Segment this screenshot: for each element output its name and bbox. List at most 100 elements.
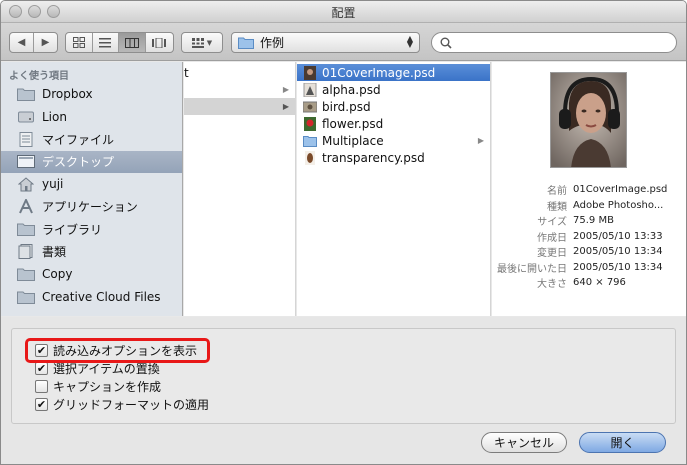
file-row-01coverimage[interactable]: 01CoverImage.psd xyxy=(297,64,490,81)
view-mode-control xyxy=(65,32,174,53)
forward-button[interactable]: ▶ xyxy=(34,33,57,52)
icon-view-button[interactable] xyxy=(66,33,93,52)
column-view-button[interactable] xyxy=(119,33,146,52)
file-row-bird[interactable]: bird.psd xyxy=(297,98,490,115)
cancel-button[interactable]: キャンセル xyxy=(481,432,567,453)
open-dialog-window: 配置 ◀ ▶ ▼ 作例 ▲ ▼ よく使う項目 Dropbox Lion マイファ… xyxy=(0,0,687,465)
disclosure-arrow-icon: ▶ xyxy=(282,102,289,111)
search-icon xyxy=(440,37,452,49)
info-value: 2005/05/10 13:34 xyxy=(573,261,663,273)
title-bar: 配置 xyxy=(1,1,686,23)
option-apply-grid-format[interactable]: ✔ グリッドフォーマットの適用 xyxy=(35,396,209,412)
search-field[interactable] xyxy=(431,32,677,53)
checkbox-checked[interactable]: ✔ xyxy=(35,397,48,411)
sidebar: よく使う項目 Dropbox Lion マイファイル デスクトップ yuji ア… xyxy=(1,62,183,316)
sidebar-section-header: よく使う項目 xyxy=(9,71,69,82)
arrange-grid-icon xyxy=(191,37,204,48)
sidebar-item-home[interactable]: yuji xyxy=(1,173,182,195)
info-row-last-opened: 最後に開いた日 2005/05/10 13:34 xyxy=(492,260,686,276)
coverflow-view-button[interactable] xyxy=(146,33,173,52)
psd-thumb-icon xyxy=(303,82,317,97)
disclosure-arrow-icon: ▶ xyxy=(282,85,289,94)
option-label: グリッドフォーマットの適用 xyxy=(53,397,210,412)
search-input[interactable] xyxy=(456,36,656,49)
sidebar-item-label: マイファイル xyxy=(42,132,115,147)
applications-icon xyxy=(17,199,35,215)
info-key: サイズ xyxy=(537,217,567,229)
info-value: 2005/05/10 13:33 xyxy=(573,230,663,242)
info-row-name: 名前 01CoverImage.psd xyxy=(492,182,686,198)
info-key: 最後に開いた日 xyxy=(497,263,567,275)
path-popup[interactable]: 作例 ▲ ▼ xyxy=(231,32,420,53)
sidebar-item-dropbox[interactable]: Dropbox xyxy=(1,83,182,105)
info-key: 大きさ xyxy=(537,279,567,291)
sidebar-item-label: Dropbox xyxy=(42,87,93,101)
coverflow-icon xyxy=(152,37,167,48)
sidebar-item-all-my-files[interactable]: マイファイル xyxy=(1,128,182,150)
columns-icon xyxy=(124,37,139,48)
list-item-selected[interactable]: ▶ xyxy=(184,98,295,115)
toolbar: ◀ ▶ ▼ 作例 ▲ ▼ xyxy=(1,23,686,61)
folder-icon xyxy=(17,86,35,102)
red-highlight-box xyxy=(25,338,210,363)
info-key: 種類 xyxy=(547,201,567,213)
folder-icon xyxy=(303,135,317,147)
file-info: 名前 01CoverImage.psd 種類 Adobe Photosho...… xyxy=(492,182,686,291)
info-key: 名前 xyxy=(547,186,567,198)
browser-column-2: 01CoverImage.psd alpha.psd bird.psd flow… xyxy=(297,62,491,316)
home-icon xyxy=(17,176,35,192)
arrange-menu-button[interactable]: ▼ xyxy=(181,32,223,53)
back-button[interactable]: ◀ xyxy=(10,33,34,52)
arrange-button-inner: ▼ xyxy=(182,33,222,52)
sidebar-item-applications[interactable]: アプリケーション xyxy=(1,196,182,218)
option-create-captions[interactable]: キャプションを作成 xyxy=(35,378,161,394)
file-row-alpha[interactable]: alpha.psd xyxy=(297,81,490,98)
folder-row-multiplace[interactable]: Multiplace ▶ xyxy=(297,132,490,149)
folder-icon xyxy=(17,221,35,237)
portrait-image xyxy=(551,73,626,167)
chevron-right-icon: ▶ xyxy=(41,37,50,48)
all-my-files-icon xyxy=(17,131,35,147)
sidebar-item-desktop[interactable]: デスクトップ xyxy=(1,150,182,173)
info-value: 01CoverImage.psd xyxy=(573,184,668,196)
sidebar-item-library[interactable]: ライブラリ xyxy=(1,218,182,240)
list-item[interactable]: t xyxy=(184,64,295,81)
info-key: 作成日 xyxy=(537,232,567,244)
chevron-left-icon: ◀ xyxy=(17,37,26,48)
info-value: 75.9 MB xyxy=(573,215,614,227)
info-row-size: サイズ 75.9 MB xyxy=(492,213,686,229)
list-item[interactable]: ▶ xyxy=(184,81,295,98)
checkbox-checked[interactable]: ✔ xyxy=(35,361,48,375)
psd-thumb-icon xyxy=(303,101,317,112)
sidebar-item-label: Lion xyxy=(42,109,67,124)
list-view-button[interactable] xyxy=(93,33,120,52)
path-folder-label: 作例 xyxy=(260,36,285,50)
disclosure-arrow-icon: ▶ xyxy=(477,136,484,145)
folder-name: Multiplace xyxy=(322,133,384,148)
file-row-transparency[interactable]: transparency.psd xyxy=(297,149,490,166)
checkbox-unchecked[interactable] xyxy=(35,379,48,393)
sidebar-item-label: アプリケーション xyxy=(42,200,138,214)
info-row-modified: 変更日 2005/05/10 13:34 xyxy=(492,244,686,260)
truncated-item-label: t xyxy=(184,65,189,80)
info-key: 変更日 xyxy=(537,248,567,260)
browser-column-1: t ▶ ▶ xyxy=(184,62,296,316)
updown-arrows-icon: ▲ ▼ xyxy=(406,34,413,49)
hard-drive-icon xyxy=(17,109,35,125)
sidebar-item-creative-cloud-files[interactable]: Creative Cloud Files xyxy=(1,286,182,308)
file-name: bird.psd xyxy=(322,99,371,114)
file-name: transparency.psd xyxy=(322,150,425,165)
sidebar-item-label: デスクトップ xyxy=(42,155,115,169)
sidebar-item-copy[interactable]: Copy xyxy=(1,263,182,285)
open-button[interactable]: 開く xyxy=(579,432,666,453)
preview-thumbnail xyxy=(550,72,627,168)
folder-icon xyxy=(17,266,35,282)
grid-icon xyxy=(72,37,85,48)
preview-pane: 名前 01CoverImage.psd 種類 Adobe Photosho...… xyxy=(492,62,686,316)
file-row-flower[interactable]: flower.psd xyxy=(297,115,490,132)
psd-thumb-icon xyxy=(305,150,315,165)
back-forward-control: ◀ ▶ xyxy=(9,32,58,53)
sidebar-item-lion[interactable]: Lion xyxy=(1,106,182,128)
sidebar-item-documents[interactable]: 書類 xyxy=(1,241,182,263)
documents-icon xyxy=(17,244,35,260)
